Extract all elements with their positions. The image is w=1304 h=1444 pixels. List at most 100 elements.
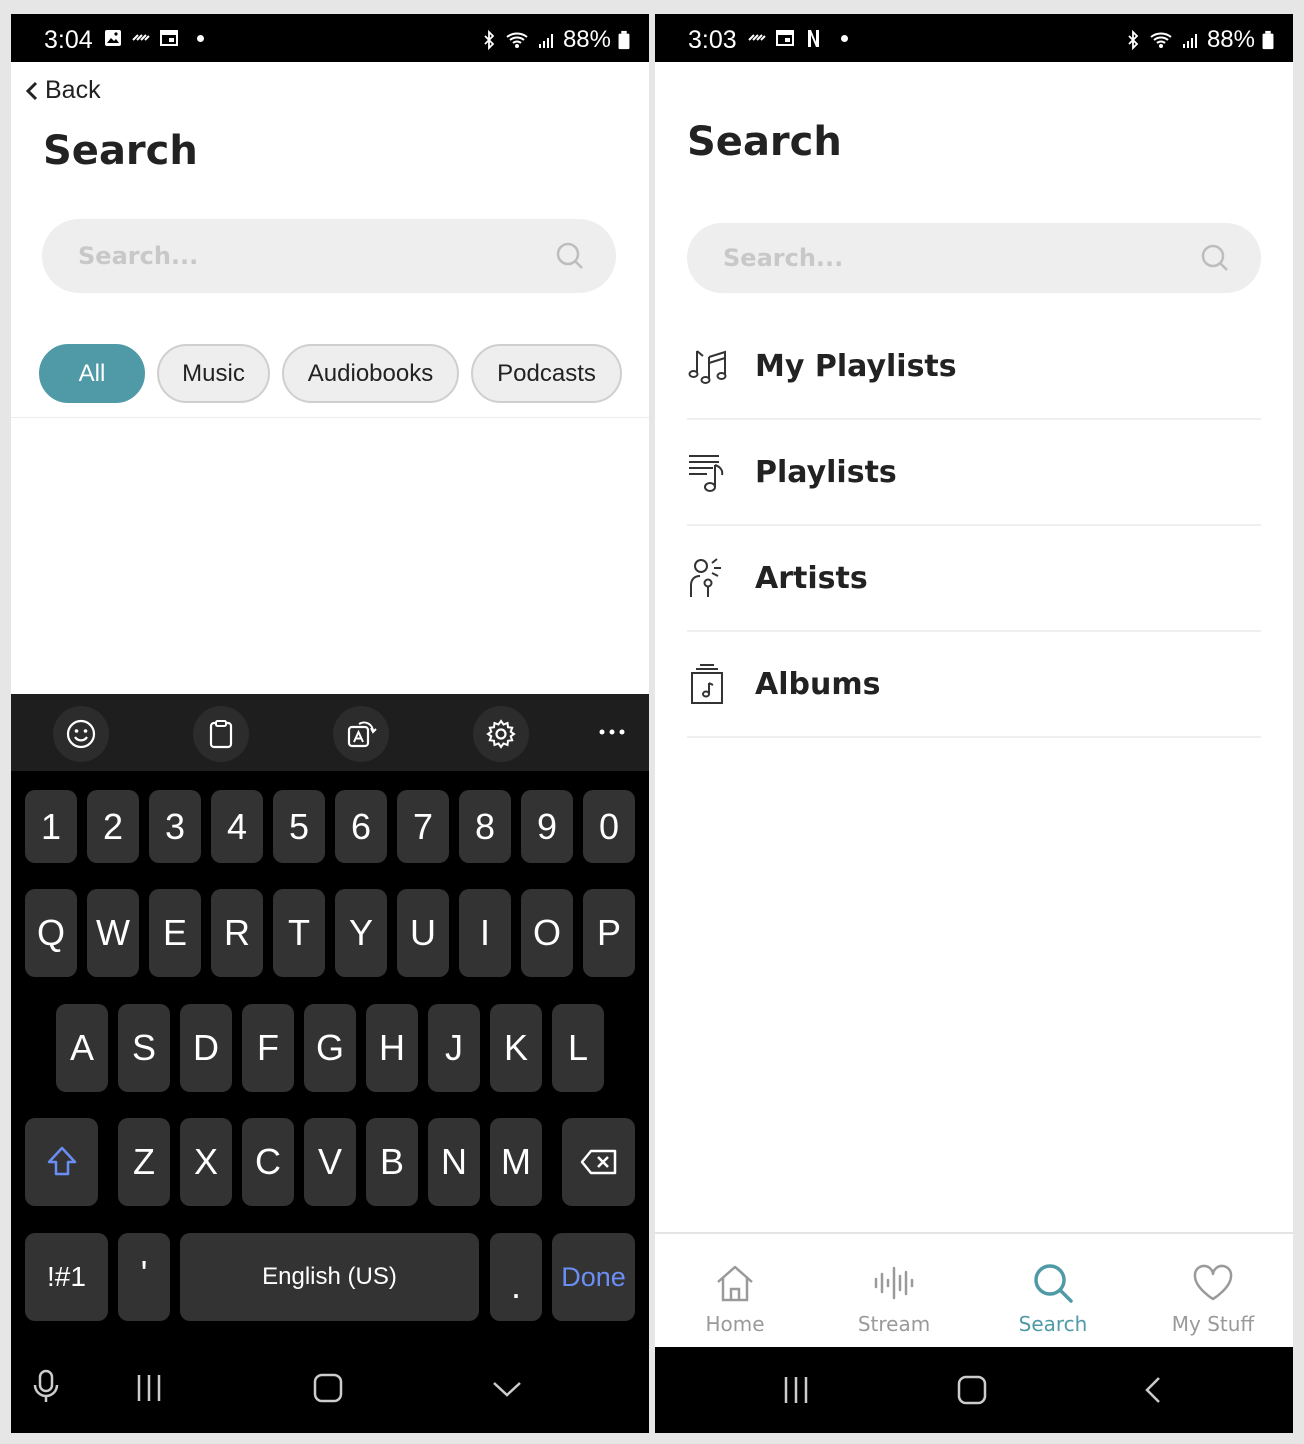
recent-apps-icon[interactable]	[781, 1375, 811, 1405]
list-item-my-playlists[interactable]: My Playlists	[687, 314, 1261, 420]
key-i[interactable]: I	[459, 889, 511, 977]
emoji-button[interactable]	[53, 706, 109, 762]
key-p[interactable]: P	[583, 889, 635, 977]
list-item-albums[interactable]: Albums	[687, 632, 1261, 738]
key-s[interactable]: S	[118, 1004, 170, 1092]
search-icon[interactable]	[1199, 242, 1231, 274]
list-item-artists[interactable]: Artists	[687, 526, 1261, 632]
key-q[interactable]: Q	[25, 889, 77, 977]
key-v[interactable]: V	[304, 1118, 356, 1206]
heart-icon	[1193, 1264, 1233, 1301]
notification-icons	[747, 28, 848, 48]
settings-button[interactable]	[473, 706, 529, 762]
key-w[interactable]: W	[87, 889, 139, 977]
chip-all[interactable]: All	[39, 344, 145, 403]
back-label: Back	[45, 76, 101, 104]
key-e[interactable]: E	[149, 889, 201, 977]
key-f[interactable]: F	[242, 1004, 294, 1092]
symbols-key[interactable]: !#1	[25, 1233, 108, 1321]
tab-my-stuff[interactable]: My Stuff	[1143, 1234, 1283, 1349]
backspace-key[interactable]	[562, 1118, 635, 1206]
done-key[interactable]: Done	[552, 1233, 635, 1321]
list-item-label: Albums	[755, 666, 881, 702]
status-bar: 3:04 88%	[11, 14, 649, 62]
key-b[interactable]: B	[366, 1118, 418, 1206]
search-input[interactable]	[78, 219, 498, 293]
key-5[interactable]: 5	[273, 790, 325, 863]
key-2[interactable]: 2	[87, 790, 139, 863]
home-nav-icon[interactable]	[313, 1373, 343, 1403]
key-8[interactable]: 8	[459, 790, 511, 863]
chip-podcasts[interactable]: Podcasts	[471, 344, 622, 403]
clipboard-button[interactable]	[193, 706, 249, 762]
chip-music[interactable]: Music	[157, 344, 270, 403]
back-nav-icon[interactable]	[1139, 1375, 1169, 1405]
bluetooth-icon	[1128, 30, 1139, 50]
space-key[interactable]: English (US)	[180, 1233, 479, 1321]
divider	[11, 417, 649, 418]
search-input[interactable]	[723, 223, 1143, 293]
more-options-button[interactable]	[597, 717, 627, 747]
translate-button[interactable]	[333, 706, 389, 762]
key-z[interactable]: Z	[118, 1118, 170, 1206]
key-d[interactable]: D	[180, 1004, 232, 1092]
key-y[interactable]: Y	[335, 889, 387, 977]
hide-keyboard-icon[interactable]	[491, 1379, 523, 1399]
system-nav-bar	[655, 1347, 1293, 1433]
key-u[interactable]: U	[397, 889, 449, 977]
key-m[interactable]: M	[490, 1118, 542, 1206]
key-0[interactable]: 0	[583, 790, 635, 863]
tab-home[interactable]: Home	[665, 1234, 805, 1349]
key-x[interactable]: X	[180, 1118, 232, 1206]
key-c[interactable]: C	[242, 1118, 294, 1206]
key-g[interactable]: G	[304, 1004, 356, 1092]
home-nav-icon[interactable]	[957, 1375, 987, 1405]
calendar-icon	[160, 30, 178, 46]
microphone-icon[interactable]	[31, 1369, 61, 1405]
left-phone-screen: 3:04 88% Back Search All Music Audiobook…	[11, 14, 649, 1433]
period-key[interactable]: .	[490, 1233, 542, 1321]
system-icons: 88%	[479, 26, 631, 54]
search-bar[interactable]	[42, 219, 616, 293]
key-k[interactable]: K	[490, 1004, 542, 1092]
key-1[interactable]: 1	[25, 790, 77, 863]
key-7[interactable]: 7	[397, 790, 449, 863]
back-button[interactable]: Back	[25, 76, 101, 105]
list-item-label: My Playlists	[755, 348, 957, 384]
chip-audiobooks[interactable]: Audiobooks	[282, 344, 459, 403]
key-r[interactable]: R	[211, 889, 263, 977]
key-3[interactable]: 3	[149, 790, 201, 863]
image-notification-icon	[105, 30, 121, 46]
key-o[interactable]: O	[521, 889, 573, 977]
battery-percent: 88%	[562, 26, 611, 53]
key-6[interactable]: 6	[335, 790, 387, 863]
key-h[interactable]: H	[366, 1004, 418, 1092]
tab-label: My Stuff	[1171, 1312, 1255, 1336]
translate-icon	[347, 721, 377, 748]
list-item-playlists[interactable]: Playlists	[687, 420, 1261, 526]
filter-chips: All Music Audiobooks Podcasts	[39, 344, 622, 403]
tab-stream[interactable]: Stream	[824, 1234, 964, 1349]
key-n[interactable]: N	[428, 1118, 480, 1206]
recent-apps-icon[interactable]	[135, 1373, 163, 1403]
album-icon	[691, 664, 723, 704]
key-9[interactable]: 9	[521, 790, 573, 863]
playlist-icon	[689, 455, 724, 492]
apostrophe-key[interactable]: '	[118, 1233, 170, 1321]
search-bar[interactable]	[687, 223, 1261, 293]
search-icon[interactable]	[554, 240, 586, 272]
key-4[interactable]: 4	[211, 790, 263, 863]
key-t[interactable]: T	[273, 889, 325, 977]
tab-search[interactable]: Search	[983, 1234, 1123, 1349]
more-horizontal-icon	[599, 729, 625, 735]
home-icon	[717, 1265, 753, 1302]
missed-call-icon	[132, 34, 150, 41]
key-j[interactable]: J	[428, 1004, 480, 1092]
key-a[interactable]: A	[56, 1004, 108, 1092]
emoji-icon	[66, 719, 96, 749]
shift-key[interactable]	[25, 1118, 98, 1206]
tab-label: Stream	[857, 1312, 931, 1336]
tab-label: Search	[1018, 1312, 1088, 1336]
key-l[interactable]: L	[552, 1004, 604, 1092]
calendar-icon	[776, 30, 794, 46]
